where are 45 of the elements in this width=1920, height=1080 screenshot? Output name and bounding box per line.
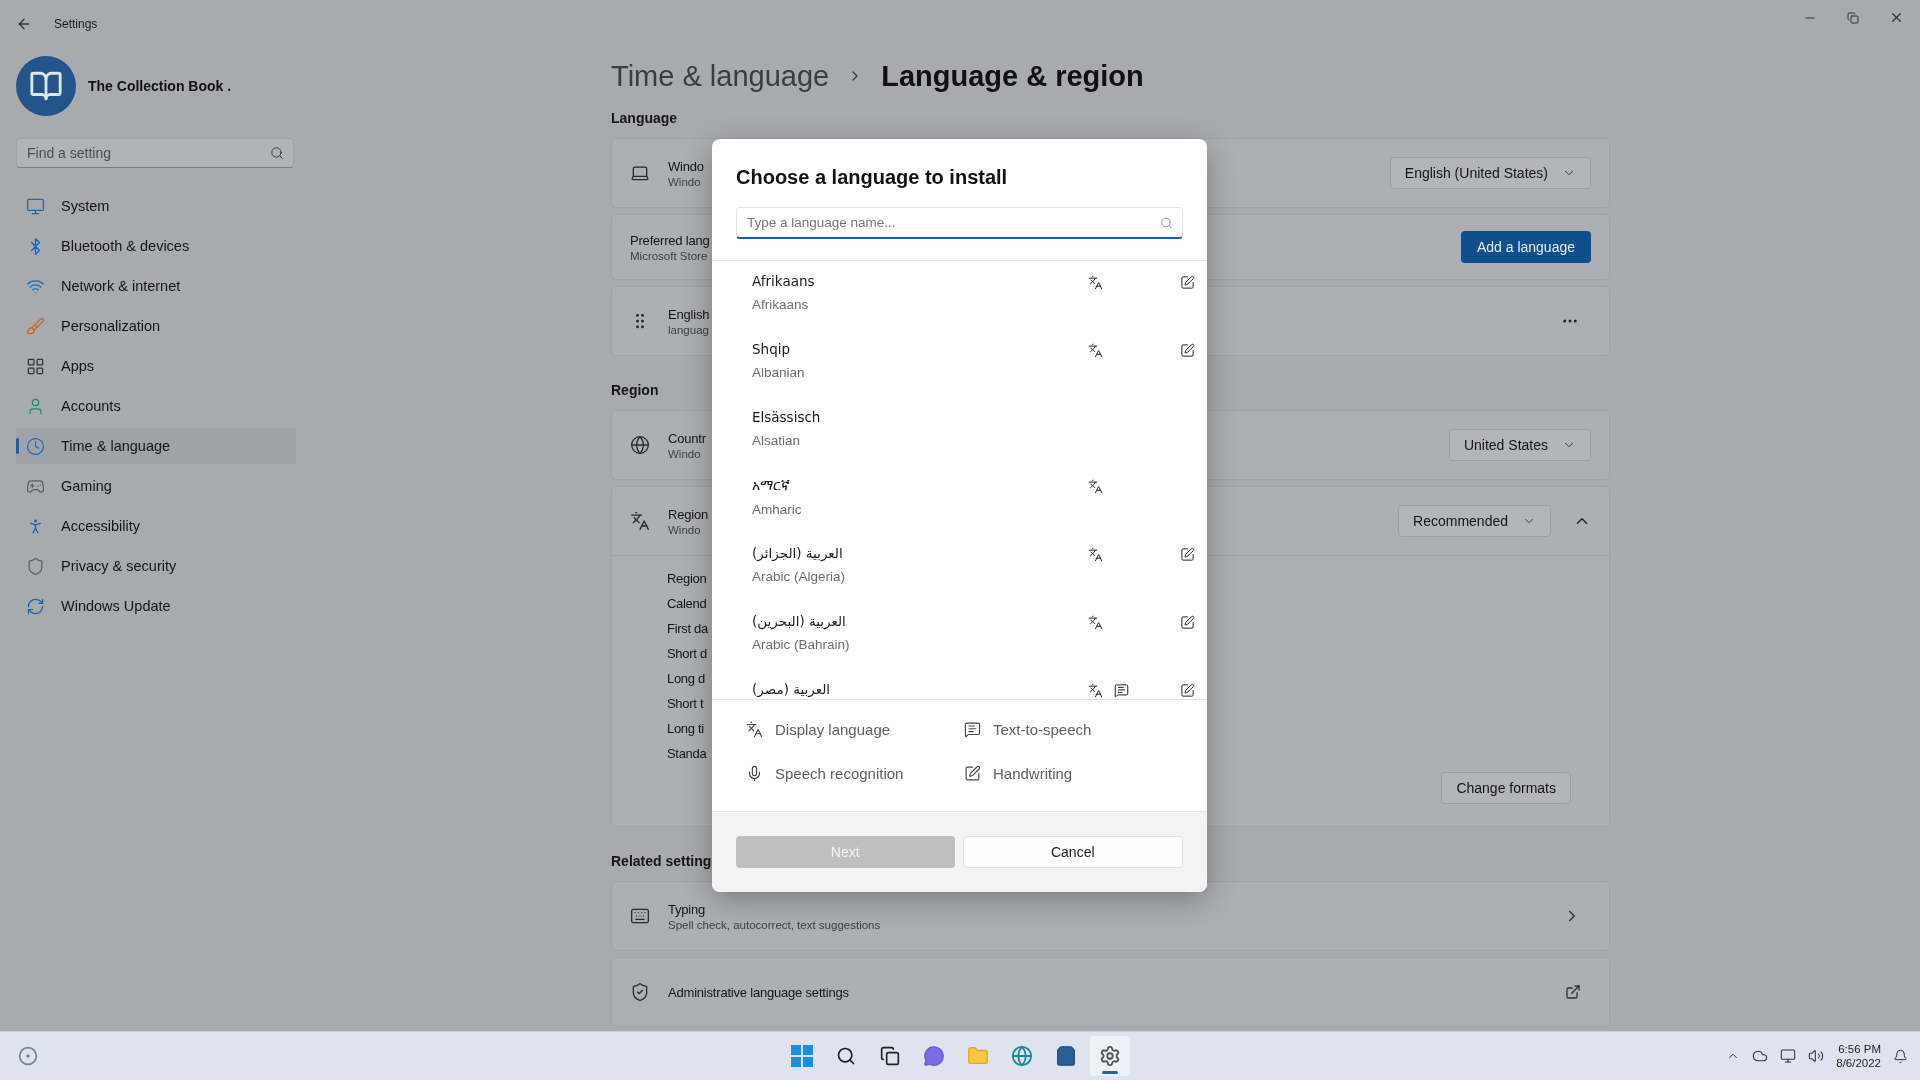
card-subtitle: Spell check, autocorrect, text suggestions [668, 918, 881, 931]
card-title: Typing [668, 901, 706, 917]
language-native-name: العربية (مصر) [752, 681, 831, 697]
language-native-name: العربية (البحرين) [752, 613, 846, 629]
legend-label: Display language [775, 720, 891, 738]
language-english-name: Arabic (Algeria) [752, 569, 847, 584]
card-title: English [668, 306, 710, 322]
language-english-name: Arabic (Bahrain) [752, 637, 851, 652]
legend-label: Handwriting [993, 764, 1073, 782]
language-english-name: Afrikaans [752, 297, 810, 312]
language-native-name: Elsässisch [752, 409, 821, 425]
card-title: Windo [668, 158, 704, 174]
language-english-name: Alsatian [752, 433, 802, 448]
language-native-name: Shqip [752, 341, 790, 357]
section-heading: Region [611, 382, 659, 398]
language-native-name: አማርኛ [752, 477, 790, 494]
card-subtitle: Windo [668, 523, 701, 536]
format-label: Standa [667, 745, 707, 763]
card-subtitle: Windo [668, 447, 701, 460]
window-title: Settings [54, 17, 98, 31]
format-label: First da [667, 620, 708, 638]
card-subtitle: Windo [668, 175, 701, 188]
card-subtitle: Microsoft Store [630, 249, 708, 262]
section-heading: Related setting [611, 853, 712, 869]
account-name: The Collection Book . [88, 78, 232, 94]
card-title: Region [668, 506, 708, 522]
language-native-name: العربية (الجزائر) [752, 545, 843, 561]
format-label: Long d [667, 670, 705, 688]
language-english-name: Albanian [752, 365, 806, 380]
format-label: Short t [667, 695, 704, 713]
page-title: Language & region [881, 59, 1144, 93]
language-english-name: Amharic [752, 502, 803, 517]
section-heading: Language [611, 110, 678, 126]
card-title: Countr [668, 430, 706, 446]
legend-label: Text-to-speech [993, 720, 1092, 738]
card-title: Administrative language settings [668, 984, 849, 1000]
format-label: Calend [667, 595, 707, 613]
format-label: Region [667, 570, 707, 588]
format-label: Short d [667, 645, 707, 663]
legend-label: Speech recognition [775, 764, 904, 782]
card-title: Preferred lang [630, 232, 710, 248]
language-native-name: Afrikaans [752, 273, 815, 289]
format-label: Long ti [667, 720, 704, 738]
card-subtitle: languag [668, 323, 709, 336]
dialog-title: Choose a language to install [735, 165, 1009, 189]
